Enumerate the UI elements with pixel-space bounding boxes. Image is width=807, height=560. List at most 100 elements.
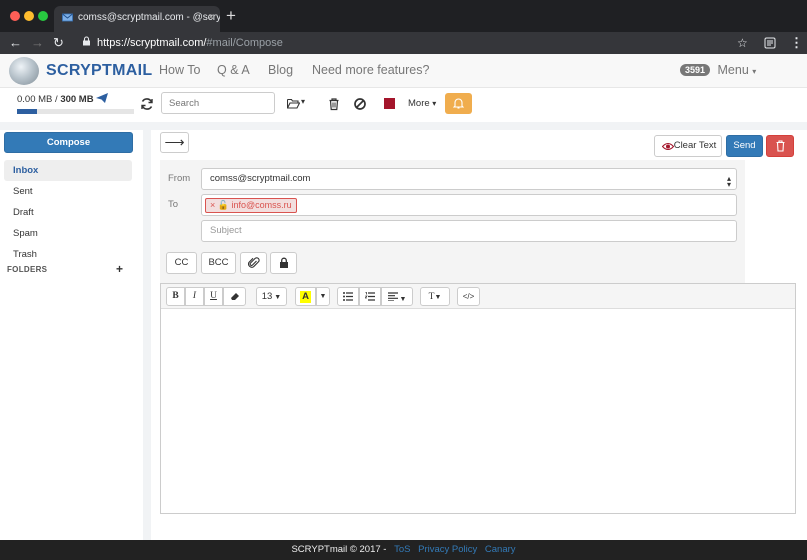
from-select[interactable]: comss@scryptmail.com ▴ ▾ xyxy=(201,168,737,190)
tab-close-icon[interactable]: × xyxy=(208,6,214,30)
browser-nav-bar: ← → ↻ https://scryptmail.com/#mail/Compo… xyxy=(0,32,807,54)
footer: SCRYPTmail © 2017 - ToS Privacy Policy C… xyxy=(0,540,807,560)
code-view-button[interactable]: </> xyxy=(457,287,480,306)
more-dropdown[interactable]: More ▾ xyxy=(408,98,436,109)
browser-menu-icon[interactable]: ⋮ xyxy=(790,35,803,51)
url-host: https://scryptmail.com/ xyxy=(97,37,207,49)
remove-recipient-icon[interactable]: × xyxy=(210,200,215,210)
compose-button[interactable]: Compose xyxy=(4,132,133,153)
trash-icon xyxy=(776,140,785,152)
envelope-favicon-icon xyxy=(62,13,73,22)
compose-panel: ⟶ Clear Text Send From comss@scryptmail.… xyxy=(151,130,807,540)
nav-qa[interactable]: Q & A xyxy=(217,63,250,77)
discard-button[interactable] xyxy=(766,135,794,157)
sidebar-item-inbox[interactable]: Inbox xyxy=(4,160,132,181)
user-menu[interactable]: 3591 Menu ▾ xyxy=(680,63,756,77)
maximize-window-button[interactable] xyxy=(38,11,48,21)
toolbar-divider xyxy=(0,122,807,130)
nav-more-features[interactable]: Need more features? xyxy=(312,63,429,77)
browser-tab[interactable]: comss@scryptmail.com - @scryptmail × xyxy=(54,6,220,32)
from-label: From xyxy=(168,173,191,184)
tos-link[interactable]: ToS xyxy=(394,544,410,555)
forward-icon[interactable]: → xyxy=(31,35,44,51)
menu-label: Menu xyxy=(717,63,749,77)
numbered-list-icon xyxy=(364,292,375,301)
eraser-icon xyxy=(230,293,239,300)
stop-square-icon[interactable] xyxy=(384,98,395,109)
search-input[interactable] xyxy=(161,92,275,114)
bold-button[interactable]: B xyxy=(166,287,185,306)
back-icon[interactable]: ← xyxy=(9,35,22,51)
recipient-chip[interactable]: × 🔓 info@comss.ru xyxy=(205,198,297,213)
to-label: To xyxy=(168,199,179,210)
nav-blog[interactable]: Blog xyxy=(268,63,293,77)
sidebar-item-trash[interactable]: Trash xyxy=(4,244,132,265)
italic-button[interactable]: I xyxy=(185,287,204,306)
chevron-down-icon: ▼ xyxy=(397,296,407,303)
send-button[interactable]: Send xyxy=(726,135,763,157)
minimize-window-button[interactable] xyxy=(24,11,34,21)
sidebar: Compose Inbox Sent Draft Spam Trash FOLD… xyxy=(0,130,143,540)
url-path: #mail/Compose xyxy=(206,37,283,49)
chevron-down-icon: ▾ xyxy=(752,67,757,76)
attach-button[interactable] xyxy=(240,252,267,274)
text-style-dropdown[interactable]: T▼ xyxy=(420,287,450,306)
bookmark-star-icon[interactable]: ☆ xyxy=(737,35,748,51)
mail-toolbar: 0.00 MB / 300 MB ▾ More ▾ xyxy=(0,88,807,122)
popout-arrow-button[interactable]: ⟶ xyxy=(160,132,189,153)
sidebar-gutter xyxy=(143,130,151,540)
quota-total: 300 MB xyxy=(60,94,94,105)
to-field[interactable]: × 🔓 info@comss.ru xyxy=(201,194,737,216)
add-folder-button[interactable]: + xyxy=(116,262,123,276)
align-left-icon xyxy=(387,292,398,302)
folder-open-icon xyxy=(287,98,300,109)
clear-text-button[interactable]: Clear Text xyxy=(654,135,722,157)
message-body-editor[interactable] xyxy=(161,310,795,513)
paper-plane-icon xyxy=(96,93,108,103)
block-spam-icon[interactable] xyxy=(353,97,367,111)
more-label: More xyxy=(408,98,430,109)
editor-toolbar: B I U 13 ▼ A ▼ ▼ T▼ </> xyxy=(161,284,795,309)
close-window-button[interactable] xyxy=(10,11,20,21)
ordered-list-button[interactable] xyxy=(359,287,381,306)
nav-how-to[interactable]: How To xyxy=(159,63,200,77)
chevron-down-icon: ▾ xyxy=(432,99,437,108)
clear-text-label: Clear Text xyxy=(673,140,717,151)
canary-link[interactable]: Canary xyxy=(485,544,516,555)
encryption-lock-button[interactable] xyxy=(270,252,297,274)
refresh-icon[interactable] xyxy=(140,97,154,111)
trash-icon[interactable] xyxy=(327,97,341,111)
color-dropdown-toggle[interactable]: ▼ xyxy=(316,287,330,306)
highlight-color-button[interactable]: A xyxy=(295,287,316,306)
unlocked-icon: 🔓 xyxy=(217,200,229,210)
sidebar-item-draft[interactable]: Draft xyxy=(4,202,132,223)
unread-badge: 3591 xyxy=(680,64,711,76)
subject-placeholder: Subject xyxy=(210,225,242,236)
recipient-email: info@comss.ru xyxy=(231,200,292,210)
sidebar-item-sent[interactable]: Sent xyxy=(4,181,132,202)
align-dropdown[interactable]: ▼ xyxy=(381,287,413,306)
cc-button[interactable]: CC xyxy=(166,252,197,274)
storage-quota: 0.00 MB / 300 MB xyxy=(17,94,94,105)
clear-format-button[interactable] xyxy=(223,287,246,306)
select-arrows-icon: ▾ xyxy=(726,180,731,189)
underline-button[interactable]: U xyxy=(204,287,223,306)
new-tab-button[interactable]: + xyxy=(226,6,236,26)
bcc-button[interactable]: BCC xyxy=(201,252,236,274)
extension-icon[interactable] xyxy=(764,37,776,49)
address-bar[interactable]: https://scryptmail.com/#mail/Compose xyxy=(97,34,737,52)
copyright-text: SCRYPTmail © 2017 - xyxy=(291,544,387,555)
reload-icon[interactable]: ↻ xyxy=(53,35,64,51)
font-size-dropdown[interactable]: 13 ▼ xyxy=(256,287,287,306)
privacy-policy-link[interactable]: Privacy Policy xyxy=(418,544,477,555)
notifications-button[interactable] xyxy=(445,93,472,114)
logo[interactable]: SCRYPTMAIL xyxy=(46,62,152,80)
unordered-list-button[interactable] xyxy=(337,287,359,306)
bell-icon xyxy=(453,98,464,109)
folders-heading: FOLDERS xyxy=(7,265,48,274)
sidebar-item-spam[interactable]: Spam xyxy=(4,223,132,244)
move-folder-dropdown[interactable]: ▾ xyxy=(287,97,309,111)
eye-icon xyxy=(662,142,674,151)
compose-form: From comss@scryptmail.com ▴ ▾ To × 🔓 inf… xyxy=(160,160,745,289)
subject-input[interactable]: Subject xyxy=(201,220,737,242)
